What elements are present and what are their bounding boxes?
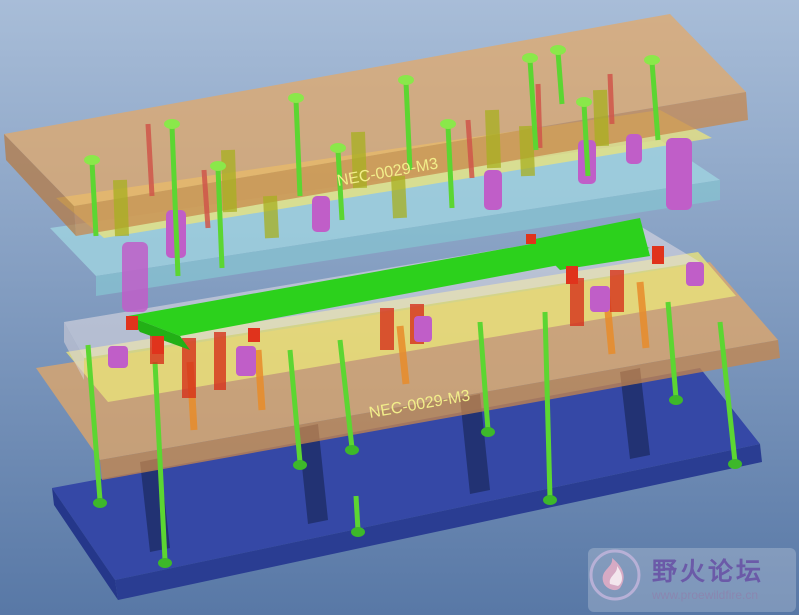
forum-watermark: 野火论坛 www.proewildfire.cn <box>588 548 796 612</box>
cad-viewport[interactable]: NEC-0029-M3 NEC-0029-M3 野火论坛 www.proewil… <box>0 0 799 615</box>
watermark-title: 野火论坛 <box>652 557 765 586</box>
die-assembly-3d-view[interactable]: NEC-0029-M3 NEC-0029-M3 <box>0 0 799 615</box>
watermark-url: www.proewildfire.cn <box>652 588 759 602</box>
flame-logo-icon <box>589 549 641 601</box>
